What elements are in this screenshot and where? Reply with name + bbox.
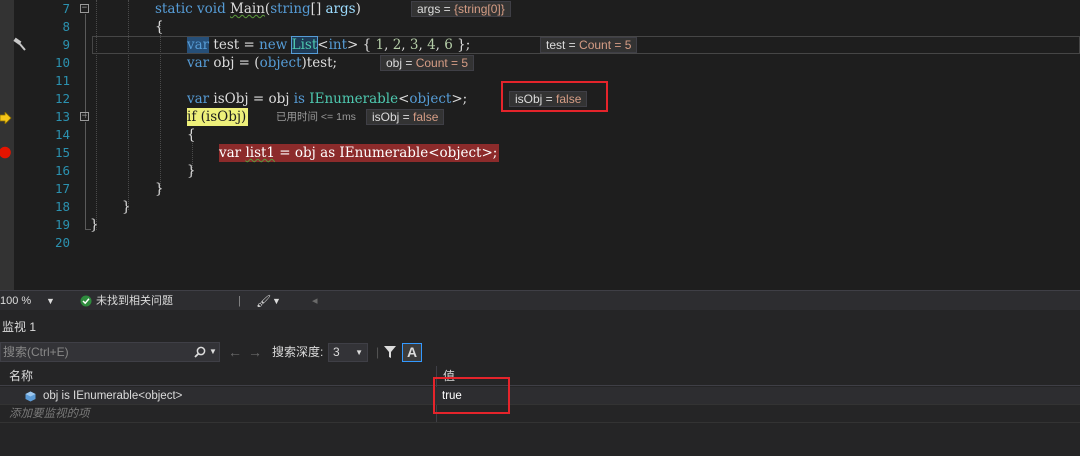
code-line-19[interactable]: 19 } [0,216,1080,234]
scroll-left-icon[interactable]: ◂ [312,293,318,309]
line-number: 16 [54,163,70,178]
separator: | [376,345,380,359]
code-line-18[interactable]: 18 } [0,198,1080,216]
code-line-7[interactable]: 7 static void Main(string[] args) [0,0,1080,18]
code-line-14[interactable]: 14 { [0,126,1080,144]
search-options-dropdown-icon[interactable]: ▼ [209,342,217,362]
cube-icon [25,391,36,402]
code-text[interactable]: } [122,198,131,216]
code-text[interactable]: } [187,162,196,180]
forward-arrow-icon[interactable]: → [248,342,262,362]
table-row[interactable]: obj is IEnumerable<object> true [0,387,1080,405]
column-header-name[interactable]: 名称 [9,366,33,386]
search-depth-select[interactable]: 3 ▼ [328,343,368,362]
annotation-highlight-box [433,377,510,414]
watch-panel: 监视 1 搜索(Ctrl+E) ▼ ← → 搜索深度: 3 ▼ | A 名称 值 … [0,310,1080,456]
search-icon[interactable] [194,342,206,362]
back-arrow-icon[interactable]: ← [228,342,242,362]
line-number: 10 [54,55,70,70]
line-number: 15 [54,145,70,160]
filter-icon[interactable] [384,346,396,358]
line-number: 11 [54,73,70,88]
code-text[interactable]: { [155,18,164,36]
code-line-17[interactable]: 17 } [0,180,1080,198]
code-text[interactable]: { [187,126,196,144]
panel-title[interactable]: 监视 1 [0,318,36,336]
line-number: 7 [62,1,70,16]
code-text[interactable]: static void Main(string[] args) [155,0,361,18]
separator: | [238,295,241,307]
datatip-test[interactable]: test = Count = 5 [540,37,638,53]
line-number: 8 [62,19,70,34]
code-line-8[interactable]: 8 { [0,18,1080,36]
editor-status-strip: 100 % ▼ 未找到相关问题 | 🖌 ▼ ◂ [0,290,1080,310]
code-line-16[interactable]: 16 } [0,162,1080,180]
line-number: 19 [54,217,70,232]
search-depth-label: 搜索深度: [272,345,324,359]
line-number: 17 [54,181,70,196]
zoom-level[interactable]: 100 % [0,293,31,309]
datatip-args[interactable]: args = {string[0]} [411,1,511,17]
code-line-20[interactable]: 20 [0,234,1080,252]
zoom-dropdown-icon[interactable]: ▼ [46,293,55,309]
line-number: 14 [54,127,70,142]
brush-dropdown-icon[interactable]: ▼ [272,293,281,309]
code-text[interactable]: } [90,216,99,234]
code-line-13[interactable]: 13 if (isObj) 已用时间 <= 1ms [0,108,1080,126]
code-text[interactable]: } [155,180,164,198]
brush-icon[interactable]: 🖌 [256,293,271,309]
code-line-10[interactable]: 10 var obj = (object)test; [0,54,1080,72]
datatip-obj[interactable]: obj = Count = 5 [380,55,475,71]
add-watch-row[interactable]: 添加要监视的项 [0,405,1080,423]
watch-expression[interactable]: obj is IEnumerable<object> [43,387,182,405]
check-circle-icon [80,295,92,307]
code-editor[interactable]: − − 7 static void Main(string[] args) ar… [0,0,1080,290]
line-number: 12 [54,91,70,106]
datatip-isobj-13[interactable]: isObj = false [366,109,445,125]
perf-tip[interactable]: 已用时间 <= 1ms [276,108,356,126]
code-line-15[interactable]: 15 var list1 = obj as IEnumerable<object… [0,144,1080,162]
line-number: 13 [54,109,70,124]
code-text[interactable]: var isObj = obj is IEnumerable<object>; [187,90,467,108]
code-text[interactable]: var obj = (object)test; [187,54,337,72]
add-watch-placeholder[interactable]: 添加要监视的项 [9,405,90,423]
line-number: 18 [54,199,70,214]
grid-header: 名称 值 [0,366,1080,386]
code-text[interactable]: var test = new List<int> { 1, 2, 3, 4, 6… [187,36,470,54]
case-sensitive-icon[interactable]: A [402,343,422,362]
line-number: 9 [62,37,70,52]
search-input[interactable]: 搜索(Ctrl+E) [0,342,220,362]
current-statement[interactable]: if (isObj) [187,108,249,126]
line-number: 20 [54,235,70,250]
issues-status[interactable]: 未找到相关问题 [96,293,173,309]
breakpoint-statement[interactable]: var list1 = obj as IEnumerable<object>; [219,144,500,162]
